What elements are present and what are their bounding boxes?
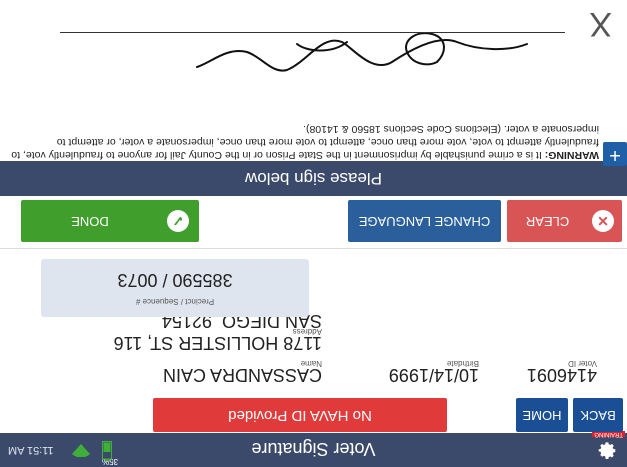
wifi-icon xyxy=(72,444,90,457)
precinct-box: Precinct / Sequence # 385590 / 0073 xyxy=(41,259,309,317)
address-line1: 1178 HOLLISTER ST, 116 xyxy=(113,333,322,353)
change-language-button[interactable]: CHANGE LANGUAGE xyxy=(348,200,501,242)
battery-icon xyxy=(102,441,112,461)
page-title: Voter Signature xyxy=(251,439,376,459)
clear-label: CLEAR xyxy=(525,214,570,229)
signature-x-mark: X xyxy=(589,5,612,43)
divider xyxy=(0,248,627,249)
signature-line xyxy=(60,32,565,33)
no-hava-id-button[interactable]: No HAVA ID Provided xyxy=(153,398,447,432)
close-icon: ✕ xyxy=(592,210,614,232)
change-language-label: CHANGE LANGUAGE xyxy=(358,214,491,229)
back-button[interactable]: BACK xyxy=(573,398,623,432)
expand-plus-icon[interactable]: + xyxy=(603,142,627,166)
voter-id-value: 4146091 xyxy=(526,365,597,385)
warning-prefix: WARNING: xyxy=(544,149,599,161)
check-icon: ✓ xyxy=(167,210,189,232)
sign-prompt-bar: Please sign below xyxy=(0,161,627,196)
done-button[interactable]: ✓ DONE xyxy=(21,200,199,242)
birthdate-value: 10/14/1999 xyxy=(388,365,479,385)
precinct-label: Precinct / Sequence # xyxy=(135,297,215,306)
status-bar: TRAINING Voter Signature 35% 11:51 AM xyxy=(0,431,627,467)
clock: 11:51 AM xyxy=(8,444,54,456)
warning-body: It is a crime punishable by imprisonment… xyxy=(11,123,599,161)
warning-text: WARNING: It is a crime punishable by imp… xyxy=(9,122,599,161)
clear-button[interactable]: ✕ CLEAR xyxy=(507,200,622,242)
voter-name: CASSANDRA CAIN xyxy=(162,365,322,385)
done-label: DONE xyxy=(71,214,109,229)
home-button[interactable]: HOME xyxy=(516,398,568,432)
precinct-value: 385590 / 0073 xyxy=(117,270,233,290)
screen: TRAINING Voter Signature 35% 11:51 AM BA… xyxy=(0,0,627,467)
